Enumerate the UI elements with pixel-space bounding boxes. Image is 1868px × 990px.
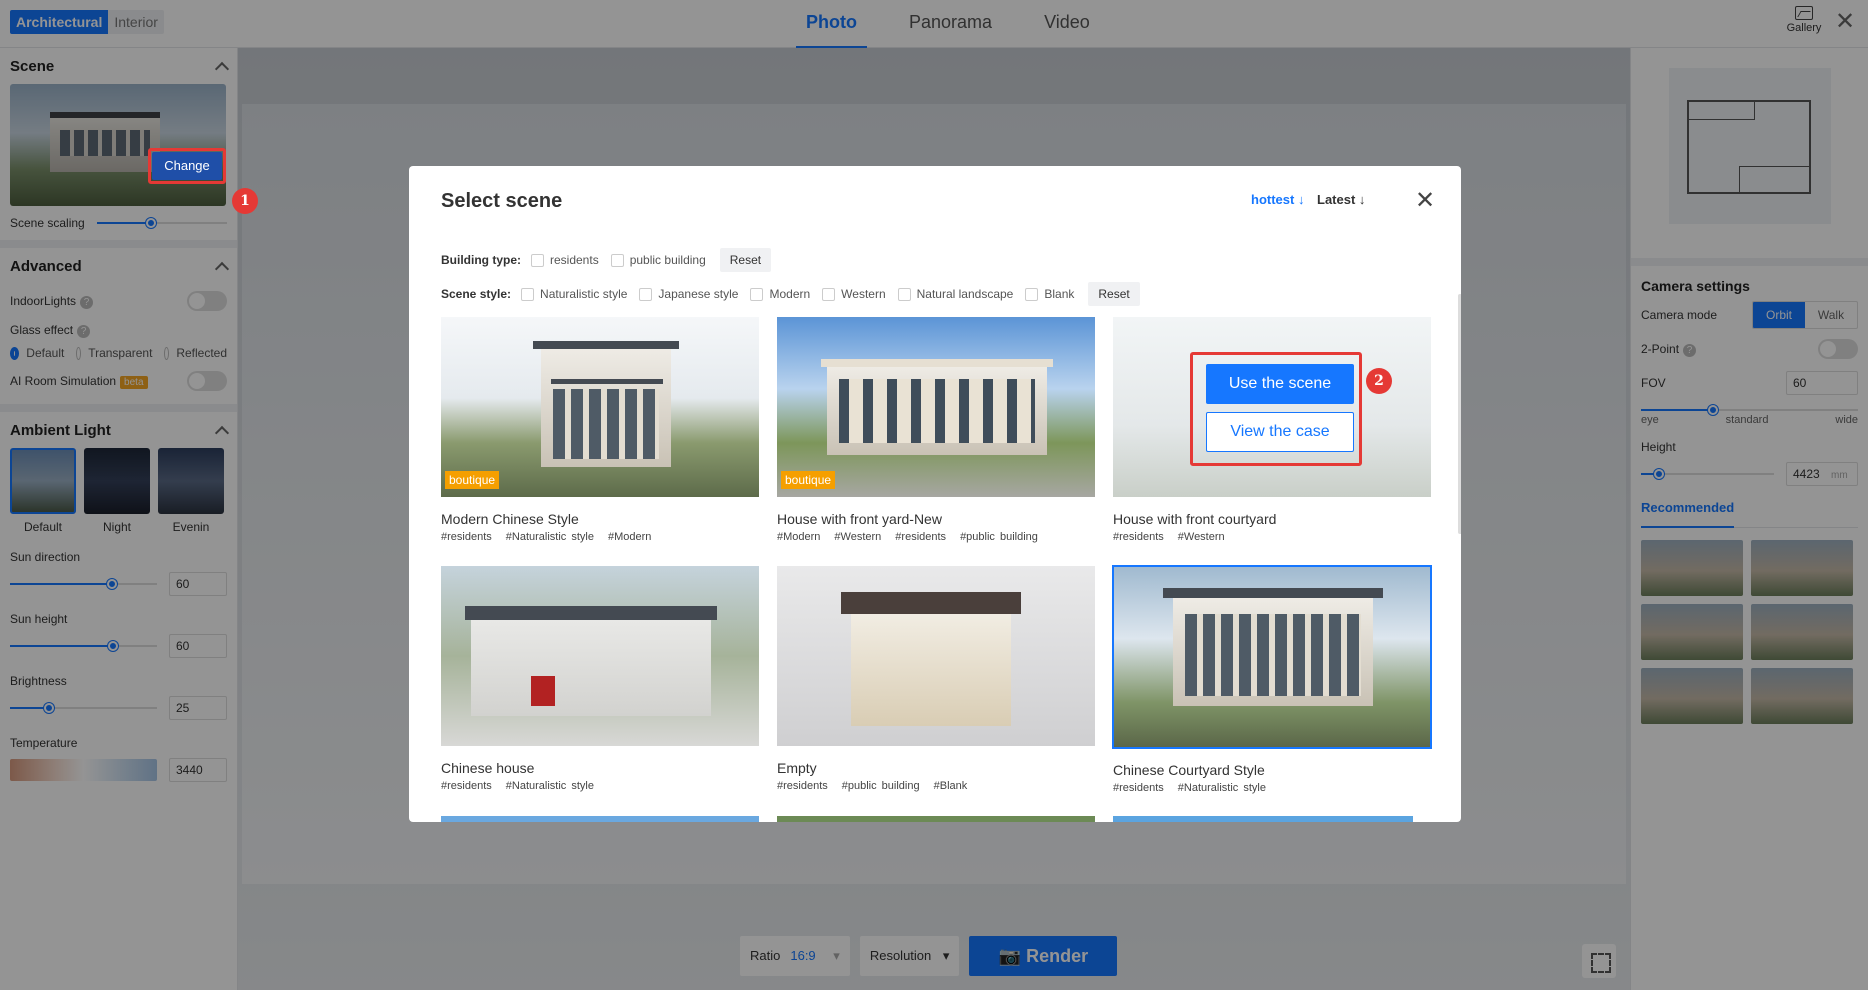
filter-modern-label: Modern	[769, 287, 811, 301]
dialog-title: Select scene	[441, 190, 563, 212]
scene-image: boutique	[777, 317, 1095, 497]
filter-blank[interactable]: Blank	[1025, 287, 1074, 301]
reset-building-type-button[interactable]: Reset	[719, 248, 772, 272]
sort-latest[interactable]: Latest ↓	[1317, 192, 1365, 207]
filter-japanese-label: Japanese style	[658, 287, 739, 301]
scene-card-peek	[1113, 816, 1413, 822]
filter-modern[interactable]: Modern	[750, 287, 810, 301]
filter-japanese[interactable]: Japanese style	[639, 287, 738, 301]
sort-hottest[interactable]: hottest ↓	[1251, 192, 1304, 207]
scene-tag: #Western	[1177, 531, 1225, 543]
scene-tag: #residents	[895, 531, 947, 543]
scene-tag: #Naturalistic style	[505, 780, 594, 792]
scene-tag: #public building	[841, 780, 920, 792]
scene-card[interactable]: Empty #residents #public building #Blank	[777, 566, 1095, 792]
scene-style-label: Scene style:	[441, 287, 512, 301]
scene-tag: #residents	[441, 780, 492, 792]
scrollbar[interactable]	[1458, 294, 1461, 534]
scene-tags: #residents #Naturalistic style #Modern	[441, 531, 759, 543]
scene-name: Chinese house	[441, 760, 535, 776]
reset-scene-style-button[interactable]: Reset	[1088, 282, 1140, 306]
scene-tags: #residents #Naturalistic style	[1113, 782, 1431, 794]
filter-residents-label: residents	[550, 253, 599, 267]
scene-tags: #residents #public building #Blank	[777, 780, 1095, 792]
scene-tag: #residents	[1113, 531, 1164, 543]
close-icon[interactable]: ✕	[1415, 186, 1435, 215]
scene-name: House with front courtyard	[1113, 511, 1277, 527]
scene-tag: #public building	[960, 531, 1038, 543]
scene-name: House with front yard-New	[777, 511, 942, 527]
scene-tag: #Western	[834, 531, 882, 543]
scene-style-filter: Scene style: Naturalistic style Japanese…	[441, 282, 1140, 306]
app-root: Architectural Interior Photo Panorama Vi…	[0, 0, 1868, 990]
building-type-filter: Building type: residents public building…	[441, 248, 772, 272]
scene-image: boutique	[441, 317, 759, 497]
scene-image	[777, 566, 1095, 746]
scene-card[interactable]: Chinese house #residents #Naturalistic st…	[441, 566, 759, 792]
scene-tag: #residents	[777, 780, 828, 792]
scene-tag: #Blank	[933, 780, 968, 792]
filter-western-label: Western	[841, 287, 886, 301]
boutique-badge: boutique	[445, 471, 500, 489]
scene-name: Chinese Courtyard Style	[1113, 762, 1265, 778]
scene-card-peek	[777, 816, 1095, 822]
scene-tag: #Modern	[607, 531, 652, 543]
filter-public-building[interactable]: public building	[610, 253, 706, 267]
filter-residents[interactable]: residents	[531, 253, 599, 267]
select-scene-dialog: Select scene hottest ↓ Latest ↓ ✕ Buildi…	[409, 166, 1461, 822]
scene-tag: #Modern	[777, 531, 821, 543]
scene-image	[441, 566, 759, 746]
scene-image	[1112, 565, 1432, 749]
scene-name: Empty	[777, 760, 817, 776]
scene-card-peek	[441, 816, 759, 822]
scene-tag: #residents	[1113, 782, 1164, 794]
filter-naturalistic[interactable]: Naturalistic style	[521, 287, 627, 301]
step-badge-2: 2	[1366, 368, 1392, 394]
filter-blank-label: Blank	[1044, 287, 1075, 301]
scene-tag: #Naturalistic style	[1177, 782, 1266, 794]
filter-public-building-label: public building	[629, 253, 706, 267]
scene-card[interactable]: boutique House with front yard-New #Mode…	[777, 317, 1095, 543]
scene-tags: #residents #Naturalistic style	[441, 780, 759, 792]
scene-tags: #Modern #Western #residents #public buildin…	[777, 531, 1095, 543]
scene-name: Modern Chinese Style	[441, 511, 579, 527]
filter-natural-landscape-label: Natural landscape	[916, 287, 1014, 301]
filter-western[interactable]: Western	[822, 287, 886, 301]
scene-card[interactable]: boutique Modern Chinese Style #residents…	[441, 317, 759, 543]
filter-natural-landscape[interactable]: Natural landscape	[897, 287, 1014, 301]
scene-card-selected[interactable]: Chinese Courtyard Style #residents #Natur…	[1112, 565, 1432, 794]
highlight-box-change	[148, 148, 226, 184]
highlight-box-use-scene	[1190, 352, 1362, 466]
building-type-label: Building type:	[441, 253, 521, 267]
step-badge-1: 1	[232, 188, 258, 214]
scene-tag: #Naturalistic style	[505, 531, 594, 543]
scene-tag: #residents	[441, 531, 492, 543]
filter-naturalistic-label: Naturalistic style	[540, 287, 628, 301]
boutique-badge: boutique	[781, 471, 836, 489]
scene-tags: #residents #Western	[1113, 531, 1431, 543]
